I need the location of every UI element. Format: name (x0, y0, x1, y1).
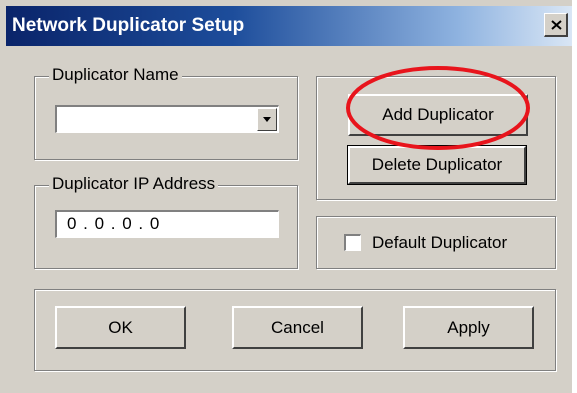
cancel-button[interactable]: Cancel (232, 306, 363, 349)
ip-address-group: Duplicator IP Address 0 . 0 . 0 . 0 (34, 174, 298, 269)
duplicator-name-dropdown-button[interactable] (257, 108, 277, 131)
network-duplicator-setup-dialog: Network Duplicator Setup Duplicator Name… (0, 0, 572, 393)
duplicator-name-combobox[interactable] (55, 105, 279, 133)
default-duplicator-checkbox[interactable] (344, 234, 361, 251)
window-title: Network Duplicator Setup (12, 15, 245, 36)
duplicator-name-group: Duplicator Name (34, 65, 298, 160)
apply-button[interactable]: Apply (403, 306, 534, 349)
add-duplicator-button[interactable]: Add Duplicator (348, 94, 528, 136)
close-icon (551, 20, 562, 30)
duplicator-name-label: Duplicator Name (49, 65, 182, 85)
delete-duplicator-button[interactable]: Delete Duplicator (347, 145, 527, 185)
ip-address-value: 0 . 0 . 0 . 0 (67, 214, 161, 233)
title-bar[interactable]: Network Duplicator Setup (6, 6, 572, 46)
close-button[interactable] (544, 13, 568, 37)
ip-address-input[interactable]: 0 . 0 . 0 . 0 (55, 210, 279, 238)
chevron-down-icon (263, 117, 271, 122)
default-duplicator-label[interactable]: Default Duplicator (372, 233, 507, 253)
ok-button[interactable]: OK (55, 306, 186, 349)
ip-address-label: Duplicator IP Address (49, 174, 219, 194)
